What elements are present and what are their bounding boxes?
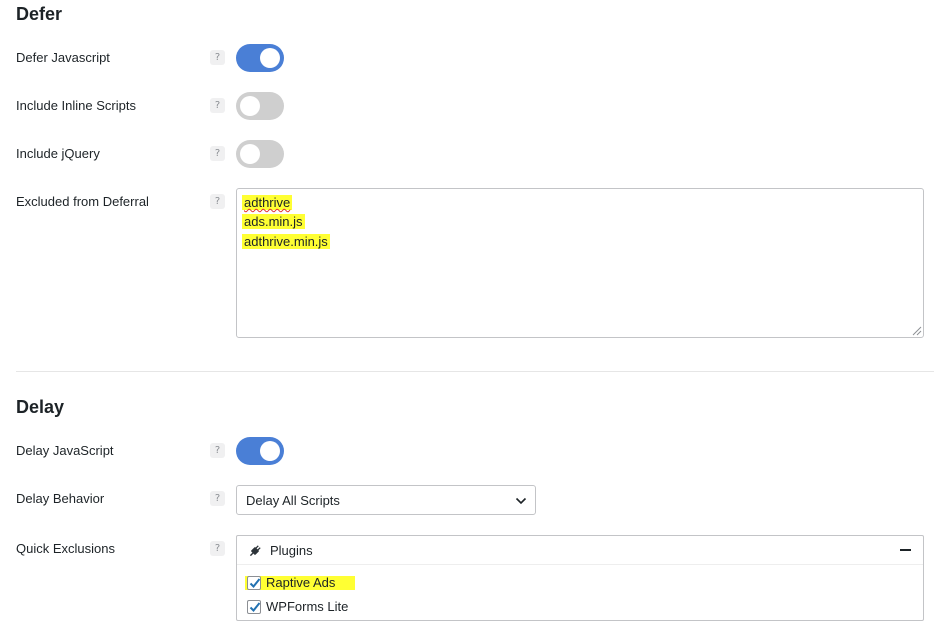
toggle-knob xyxy=(260,48,280,68)
textarea-line: ads.min.js xyxy=(242,214,305,230)
checkmark-icon xyxy=(249,578,261,588)
settings-page: Defer Defer Javascript ? Include Inline … xyxy=(0,0,940,629)
section-title-defer: Defer xyxy=(16,4,63,24)
quick-exclusions-panel: Plugins Raptive Ads WPForms Lite xyxy=(236,535,924,621)
defer-javascript-toggle[interactable] xyxy=(236,44,284,72)
raptive-ads-label: Raptive Ads xyxy=(266,575,336,590)
checkmark-icon xyxy=(249,602,261,612)
help-icon[interactable]: ? xyxy=(210,541,225,556)
delay-javascript-label: Delay JavaScript xyxy=(16,443,114,458)
toggle-knob xyxy=(240,96,260,116)
plugins-group-title: Plugins xyxy=(270,543,313,558)
chevron-down-icon xyxy=(515,497,527,505)
help-icon[interactable]: ? xyxy=(210,98,225,113)
resize-handle-icon[interactable] xyxy=(912,326,922,336)
help-icon[interactable]: ? xyxy=(210,491,225,506)
raptive-ads-checkbox[interactable] xyxy=(247,576,261,590)
help-icon[interactable]: ? xyxy=(210,194,225,209)
defer-javascript-label: Defer Javascript xyxy=(16,50,110,65)
toggle-knob xyxy=(240,144,260,164)
include-inline-scripts-label: Include Inline Scripts xyxy=(16,98,136,113)
excluded-from-deferral-textarea[interactable]: adthrive ads.min.js adthrive.min.js xyxy=(236,188,924,338)
excluded-line-1: adthrive xyxy=(242,195,293,210)
wpforms-lite-checkbox[interactable] xyxy=(247,600,261,614)
delay-behavior-selected-value: Delay All Scripts xyxy=(246,493,340,508)
wpforms-lite-label: WPForms Lite xyxy=(266,599,349,614)
section-title-delay: Delay xyxy=(16,397,65,417)
excluded-line-2: ads.min.js xyxy=(242,214,305,229)
include-jquery-label: Include jQuery xyxy=(16,146,100,161)
plug-icon xyxy=(249,545,261,557)
section-divider xyxy=(16,371,934,372)
excluded-line-3: adthrive.min.js xyxy=(242,234,330,249)
delay-behavior-select[interactable]: Delay All Scripts xyxy=(236,485,536,515)
include-inline-scripts-toggle[interactable] xyxy=(236,92,284,120)
textarea-line: adthrive.min.js xyxy=(242,234,330,250)
excluded-from-deferral-label: Excluded from Deferral xyxy=(16,194,149,209)
help-icon[interactable]: ? xyxy=(210,443,225,458)
textarea-line: adthrive xyxy=(242,195,293,211)
include-jquery-toggle[interactable] xyxy=(236,140,284,168)
toggle-knob xyxy=(260,441,280,461)
minus-icon[interactable] xyxy=(900,549,911,551)
delay-javascript-toggle[interactable] xyxy=(236,437,284,465)
help-icon[interactable]: ? xyxy=(210,146,225,161)
delay-behavior-label: Delay Behavior xyxy=(16,491,105,506)
plugins-group-header[interactable]: Plugins xyxy=(237,536,923,565)
help-icon[interactable]: ? xyxy=(210,50,225,65)
quick-exclusions-label: Quick Exclusions xyxy=(16,541,115,556)
